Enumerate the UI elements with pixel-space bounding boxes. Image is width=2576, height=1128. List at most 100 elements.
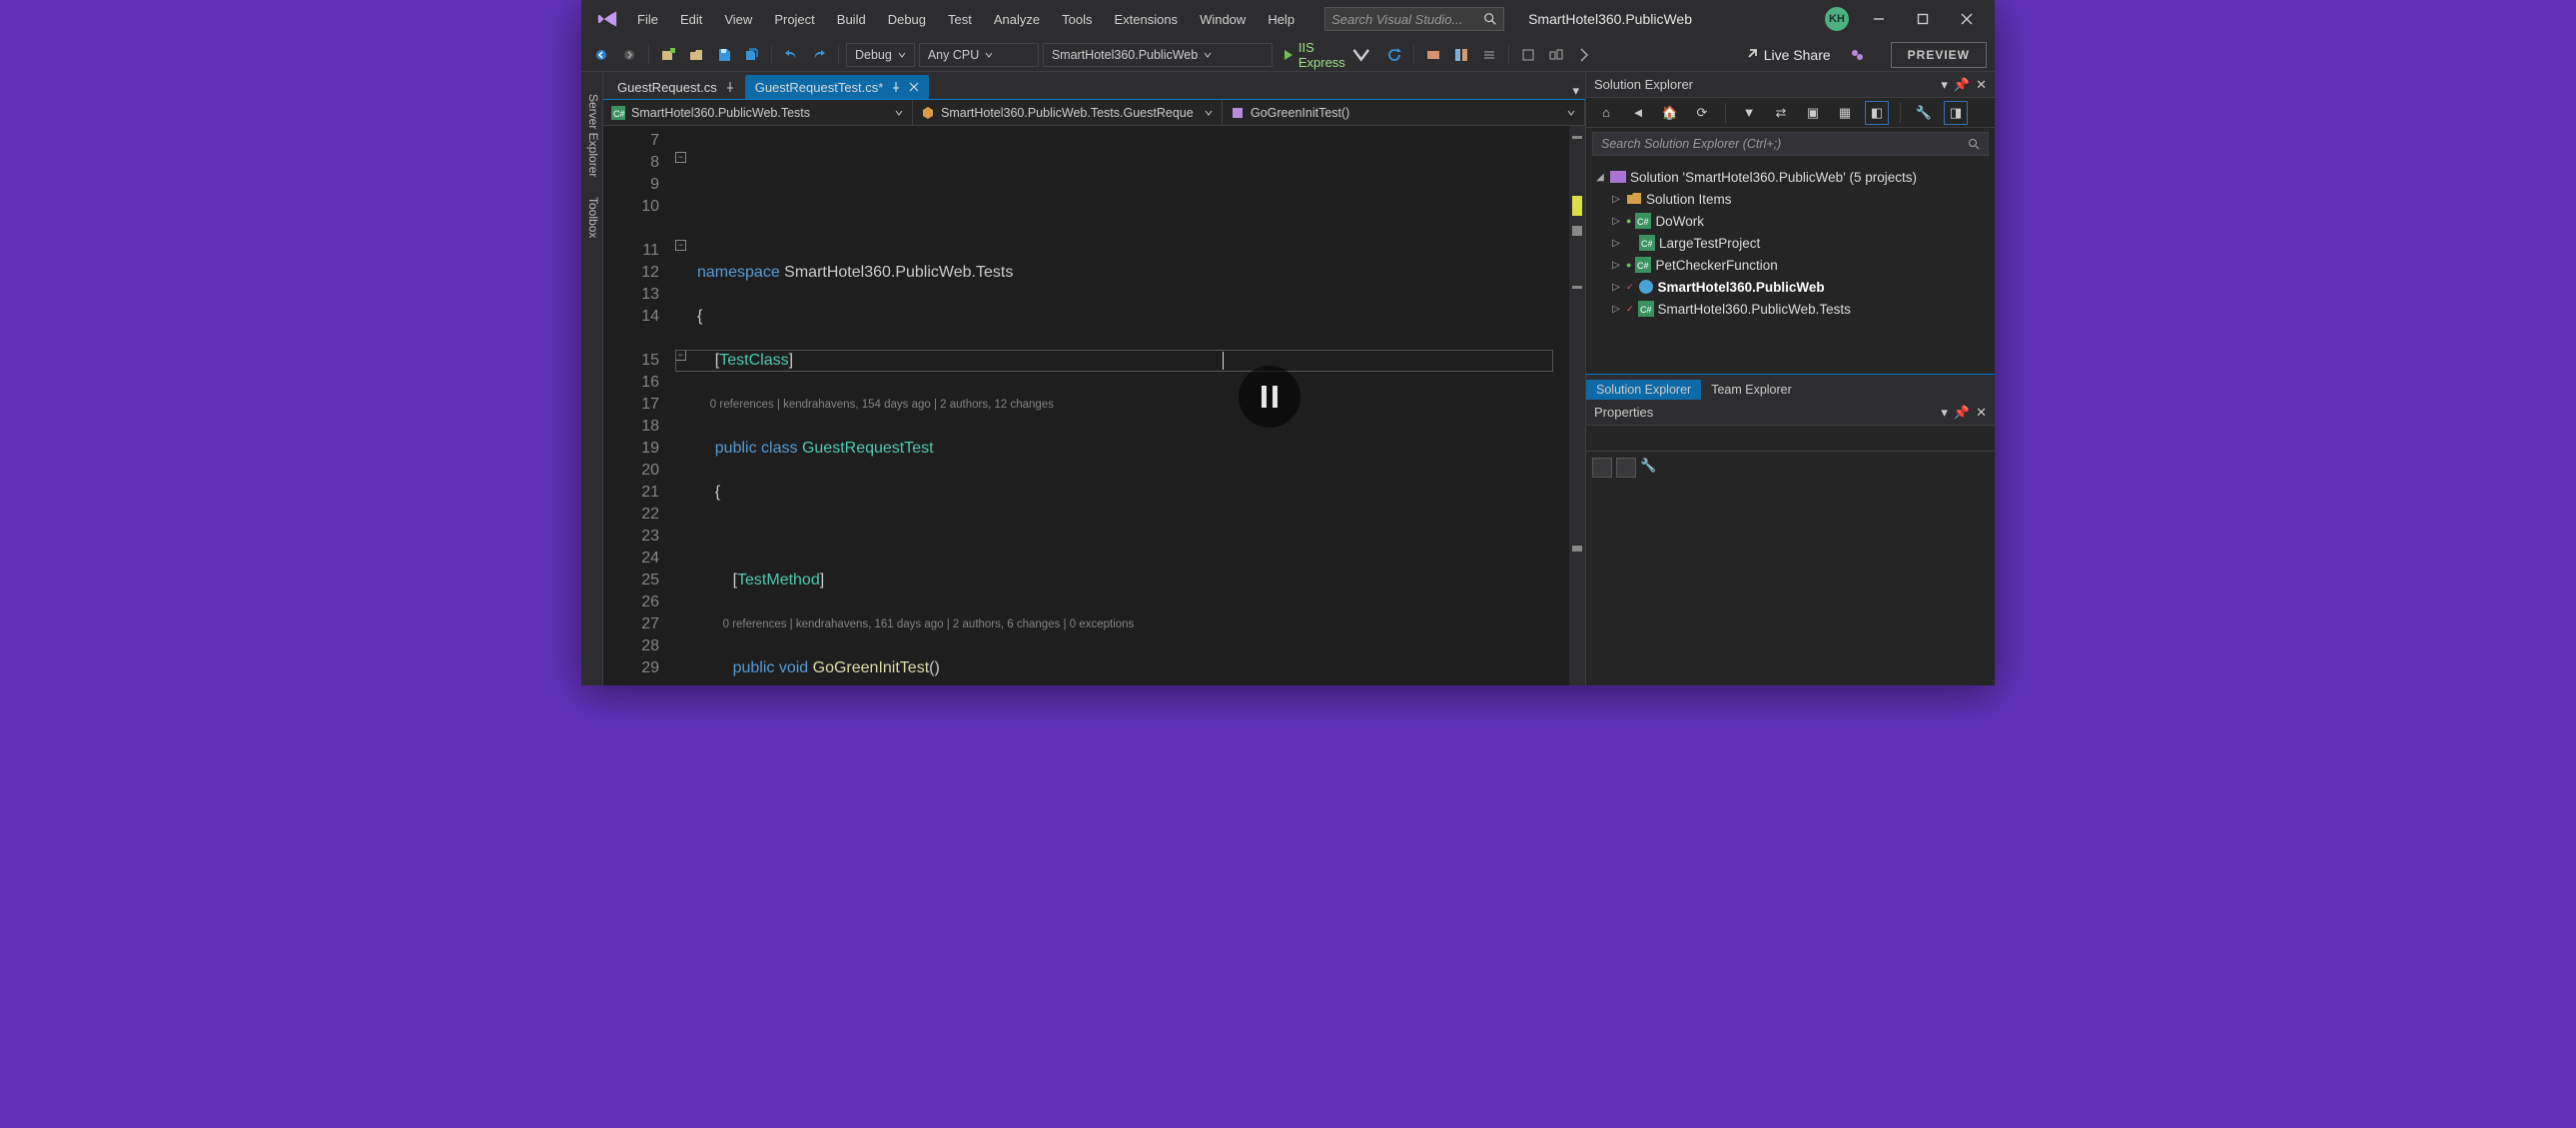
panel-dropdown-icon[interactable]: ▾: [1941, 405, 1948, 421]
startup-dropdown[interactable]: SmartHotel360.PublicWeb: [1043, 43, 1273, 67]
feedback-button[interactable]: [1845, 43, 1869, 67]
menu-analyze[interactable]: Analyze: [984, 6, 1050, 33]
tree-item-solution-items[interactable]: ▷ Solution Items: [1586, 188, 1995, 210]
menu-help[interactable]: Help: [1258, 6, 1304, 33]
properties-button[interactable]: 🔧: [1912, 101, 1936, 125]
menu-view[interactable]: View: [714, 6, 762, 33]
nav-member-dropdown[interactable]: GoGreenInitTest(): [1223, 100, 1585, 125]
menu-file[interactable]: File: [627, 6, 668, 33]
view-code-button[interactable]: ◨: [1944, 101, 1968, 125]
toolbar-icon-4[interactable]: [1516, 43, 1540, 67]
solution-title: SmartHotel360.PublicWeb: [1528, 11, 1692, 27]
server-explorer-tab[interactable]: Server Explorer: [581, 84, 602, 187]
class-icon: [921, 106, 935, 120]
refresh-button[interactable]: ⟳: [1690, 101, 1714, 125]
btab-team-explorer[interactable]: Team Explorer: [1701, 380, 1802, 400]
tree-item-petchecker[interactable]: ▷●C# PetCheckerFunction: [1586, 254, 1995, 276]
close-icon[interactable]: ✕: [1976, 77, 1987, 93]
filter-button[interactable]: ▼: [1737, 101, 1761, 125]
nav-project-dropdown[interactable]: C# SmartHotel360.PublicWeb.Tests: [603, 100, 913, 125]
svg-text:C#: C#: [613, 109, 625, 119]
sync-button[interactable]: ⇄: [1769, 101, 1793, 125]
liveshare-button[interactable]: Live Share: [1734, 47, 1841, 63]
chevron-down-icon: [894, 108, 904, 118]
solution-search-input[interactable]: Search Solution Explorer (Ctrl+;): [1592, 132, 1989, 156]
collapse-button[interactable]: ▣: [1801, 101, 1825, 125]
nav-forward-button[interactable]: [617, 43, 641, 67]
home-button2[interactable]: 🏠: [1658, 101, 1682, 125]
undo-button[interactable]: [779, 43, 803, 67]
user-avatar[interactable]: KH: [1825, 7, 1849, 31]
home-button[interactable]: ⌂: [1594, 101, 1618, 125]
method-icon: [1231, 106, 1245, 120]
pin-icon[interactable]: [891, 82, 901, 92]
tree-item-largetest[interactable]: ▷C# LargeTestProject: [1586, 232, 1995, 254]
new-project-button[interactable]: [656, 43, 680, 67]
code-editor[interactable]: 7891011121314151617181920212223242526272…: [603, 126, 1585, 685]
menu-extensions[interactable]: Extensions: [1104, 6, 1188, 33]
run-button[interactable]: IIS Express: [1277, 43, 1378, 67]
menu-build[interactable]: Build: [827, 6, 876, 33]
config-dropdown[interactable]: Debug: [846, 43, 915, 67]
close-icon[interactable]: [909, 82, 919, 92]
csproj-icon: C#: [1635, 213, 1651, 229]
title-bar: File Edit View Project Build Debug Test …: [581, 0, 1995, 38]
document-tabs: GuestRequest.cs GuestRequestTest.cs* ▾: [603, 72, 1585, 100]
properties-header: Properties ▾ 📌 ✕: [1586, 400, 1995, 426]
more-files-dropdown[interactable]: ▾: [1566, 83, 1585, 99]
toolbar-icon-3[interactable]: [1477, 43, 1501, 67]
nav-class-dropdown[interactable]: SmartHotel360.PublicWeb.Tests.GuestReque: [913, 100, 1223, 125]
pin-icon[interactable]: 📌: [1954, 405, 1970, 421]
code-content[interactable]: namespace SmartHotel360.PublicWeb.Tests …: [675, 126, 1569, 685]
toolbar-icon-2[interactable]: [1449, 43, 1473, 67]
preview-badge: PREVIEW: [1891, 42, 1987, 68]
tab-guestrequesttest[interactable]: GuestRequestTest.cs*: [745, 75, 930, 99]
close-button[interactable]: [1945, 3, 1989, 35]
redo-button[interactable]: [807, 43, 831, 67]
open-file-button[interactable]: [684, 43, 708, 67]
tab-guestrequest[interactable]: GuestRequest.cs: [607, 75, 745, 99]
minimize-button[interactable]: [1857, 3, 1901, 35]
properties-toolbar: 🔧: [1586, 452, 1995, 484]
show-all-button[interactable]: ▦: [1833, 101, 1857, 125]
menu-tools[interactable]: Tools: [1052, 6, 1102, 33]
toolbox-tab[interactable]: Toolbox: [581, 187, 602, 248]
tree-item-publicweb[interactable]: ▷✓ SmartHotel360.PublicWeb: [1586, 276, 1995, 298]
menu-test[interactable]: Test: [938, 6, 982, 33]
btab-solution-explorer[interactable]: Solution Explorer: [1586, 380, 1701, 400]
save-button[interactable]: [712, 43, 736, 67]
save-all-button[interactable]: [740, 43, 764, 67]
preview-selected-button[interactable]: ◧: [1865, 101, 1889, 125]
solution-root[interactable]: ◢ Solution 'SmartHotel360.PublicWeb' (5 …: [1586, 166, 1995, 188]
back-button[interactable]: ◄: [1626, 101, 1650, 125]
scroll-map[interactable]: [1569, 126, 1585, 685]
csproj-icon: C#: [1639, 235, 1655, 251]
categorized-button[interactable]: [1592, 458, 1612, 478]
wrench-icon[interactable]: 🔧: [1640, 458, 1660, 478]
menu-project[interactable]: Project: [764, 6, 824, 33]
editor-area: GuestRequest.cs GuestRequestTest.cs* ▾ C…: [603, 72, 1585, 685]
maximize-button[interactable]: [1901, 3, 1945, 35]
toolbar-icon-5[interactable]: [1544, 43, 1568, 67]
pause-overlay-icon[interactable]: [1239, 366, 1300, 428]
alphabetical-button[interactable]: [1616, 458, 1636, 478]
panel-dropdown-icon[interactable]: ▾: [1941, 77, 1948, 93]
close-icon[interactable]: ✕: [1976, 405, 1987, 421]
nav-back-button[interactable]: [589, 43, 613, 67]
text-caret: [1223, 352, 1224, 370]
pin-icon[interactable]: 📌: [1954, 77, 1970, 93]
toolbar-icon-1[interactable]: [1421, 43, 1445, 67]
svg-text:C#: C#: [1641, 239, 1653, 249]
window-controls: [1857, 3, 1989, 35]
platform-dropdown[interactable]: Any CPU: [919, 43, 1039, 67]
toolbar: Debug Any CPU SmartHotel360.PublicWeb II…: [581, 38, 1995, 72]
menu-debug[interactable]: Debug: [878, 6, 936, 33]
search-input[interactable]: Search Visual Studio...: [1324, 7, 1504, 31]
tree-item-dowork[interactable]: ▷●C# DoWork: [1586, 210, 1995, 232]
menu-edit[interactable]: Edit: [670, 6, 712, 33]
pin-icon[interactable]: [725, 82, 735, 92]
menu-window[interactable]: Window: [1190, 6, 1256, 33]
toolbar-icon-6[interactable]: [1572, 43, 1596, 67]
tree-item-tests[interactable]: ▷✓C# SmartHotel360.PublicWeb.Tests: [1586, 298, 1995, 320]
refresh-button[interactable]: [1382, 43, 1406, 67]
